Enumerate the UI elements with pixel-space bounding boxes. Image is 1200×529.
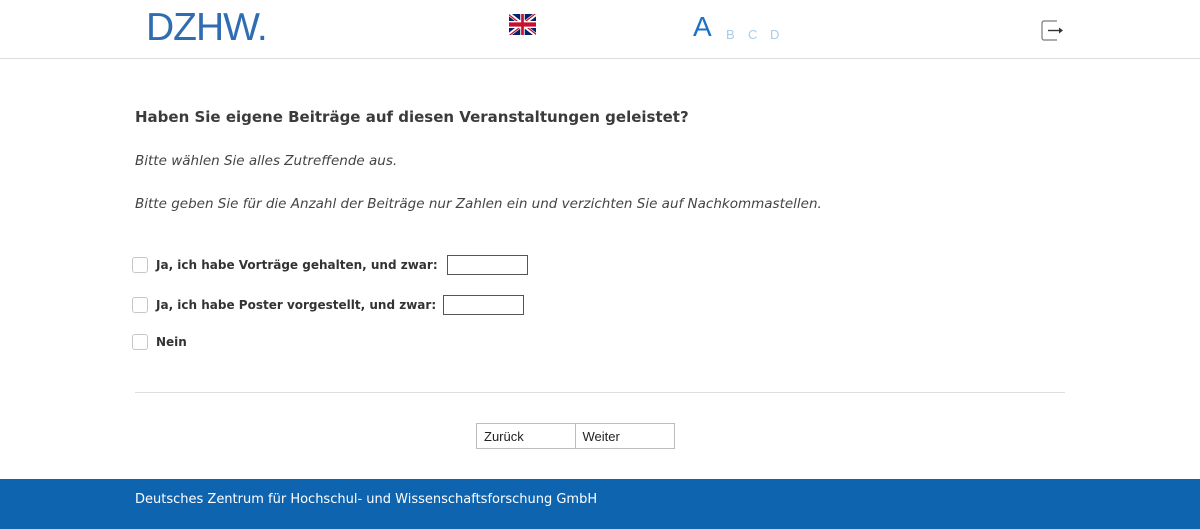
- back-button[interactable]: Zurück: [477, 424, 576, 448]
- uk-flag-icon[interactable]: [509, 14, 536, 35]
- option-label: Ja, ich habe Poster vorgestellt, und zwa…: [156, 298, 437, 312]
- checkbox-vortraege[interactable]: [132, 257, 148, 273]
- question-hint-numbers: Bitte geben Sie für die Anzahl der Beitr…: [135, 196, 822, 212]
- option-poster: Ja, ich habe Poster vorgestellt, und zwa…: [132, 294, 525, 316]
- checkbox-poster[interactable]: [132, 297, 148, 313]
- option-label: Ja, ich habe Vorträge gehalten, und zwar…: [156, 258, 438, 272]
- header: DZHW. A B C D: [0, 0, 1200, 59]
- next-button[interactable]: Weiter: [575, 424, 674, 448]
- divider: [135, 392, 1065, 393]
- option-vortraege: Ja, ich habe Vorträge gehalten, und zwar…: [132, 254, 528, 276]
- pager-item-c[interactable]: C: [748, 27, 758, 42]
- pager-item-d[interactable]: D: [770, 27, 780, 42]
- footer: Deutsches Zentrum für Hochschul- und Wis…: [0, 479, 1200, 529]
- poster-count-input[interactable]: [443, 295, 525, 315]
- navigation-buttons: Zurück Weiter: [476, 423, 675, 449]
- pager-current: A: [693, 11, 713, 42]
- checkbox-nein[interactable]: [132, 334, 148, 350]
- dzhw-logo[interactable]: DZHW.: [146, 8, 268, 48]
- question-title: Haben Sie eigene Beiträge auf diesen Ver…: [135, 108, 689, 126]
- vortraege-count-input[interactable]: [446, 255, 528, 275]
- footer-text: Deutsches Zentrum für Hochschul- und Wis…: [135, 492, 598, 507]
- option-label: Nein: [156, 335, 187, 349]
- logout-icon[interactable]: [1041, 20, 1065, 41]
- pager-item-b[interactable]: B: [726, 27, 736, 42]
- question-hint-select: Bitte wählen Sie alles Zutreffende aus.: [135, 153, 398, 169]
- option-nein: Nein: [132, 331, 187, 353]
